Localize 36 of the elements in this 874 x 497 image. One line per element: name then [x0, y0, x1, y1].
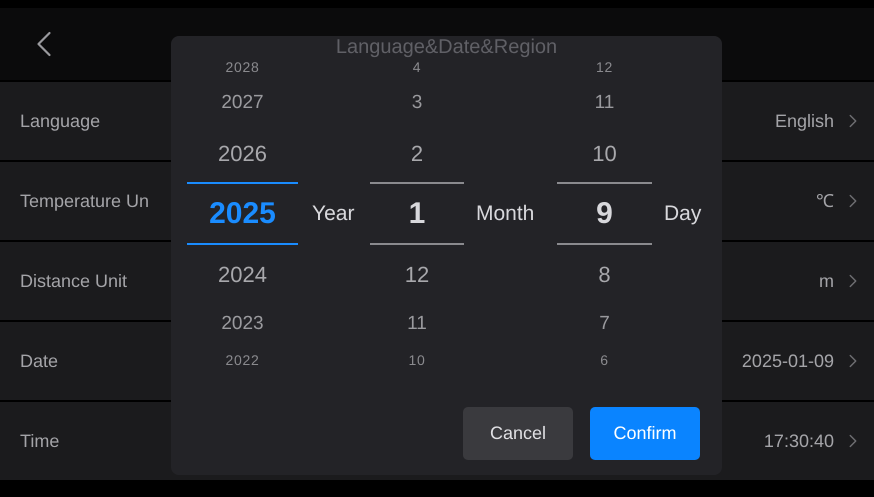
- picker-option[interactable]: 12: [370, 245, 464, 303]
- unit-label: Year: [312, 200, 354, 227]
- picker-option[interactable]: 7: [557, 303, 652, 345]
- setting-value: English: [774, 110, 834, 133]
- unit-label: Month: [476, 200, 534, 227]
- picker-option[interactable]: 2025: [187, 182, 298, 245]
- setting-value: 17:30:40: [764, 430, 834, 452]
- setting-label: Distance Unit: [20, 270, 128, 292]
- picker-option[interactable]: 2024: [187, 245, 298, 303]
- picker-option[interactable]: 2023: [187, 303, 298, 345]
- setting-value: 2025-01-09: [742, 350, 834, 372]
- picker-option[interactable]: 1: [370, 182, 464, 245]
- setting-label: Date: [20, 350, 58, 372]
- confirm-button[interactable]: Confirm: [590, 407, 700, 460]
- setting-value: ℃: [816, 190, 834, 212]
- picker-option[interactable]: 2022: [187, 345, 298, 375]
- setting-label: Language: [20, 110, 100, 133]
- picker-option[interactable]: 9: [557, 182, 652, 245]
- picker-option[interactable]: 8: [557, 245, 652, 303]
- picker-option[interactable]: 2026: [187, 124, 298, 182]
- picker-option[interactable]: 11: [557, 82, 652, 124]
- picker-option[interactable]: 10: [557, 124, 652, 182]
- picker-option[interactable]: 2027: [187, 82, 298, 124]
- cancel-button[interactable]: Cancel: [463, 407, 573, 460]
- picker-option[interactable]: 12: [557, 52, 652, 82]
- setting-label: Time: [20, 430, 60, 452]
- setting-label: Temperature Un: [20, 190, 150, 213]
- setting-value: m: [819, 270, 834, 292]
- picker-option[interactable]: 10: [370, 345, 464, 375]
- picker-option[interactable]: 2028: [187, 52, 298, 82]
- picker-option[interactable]: 3: [370, 82, 464, 124]
- picker-option[interactable]: 2: [370, 124, 464, 182]
- page-title: Language&Date&Region: [334, 35, 558, 60]
- unit-label: Day: [664, 200, 702, 227]
- picker-option[interactable]: 11: [370, 303, 464, 345]
- picker-option[interactable]: 6: [557, 345, 652, 375]
